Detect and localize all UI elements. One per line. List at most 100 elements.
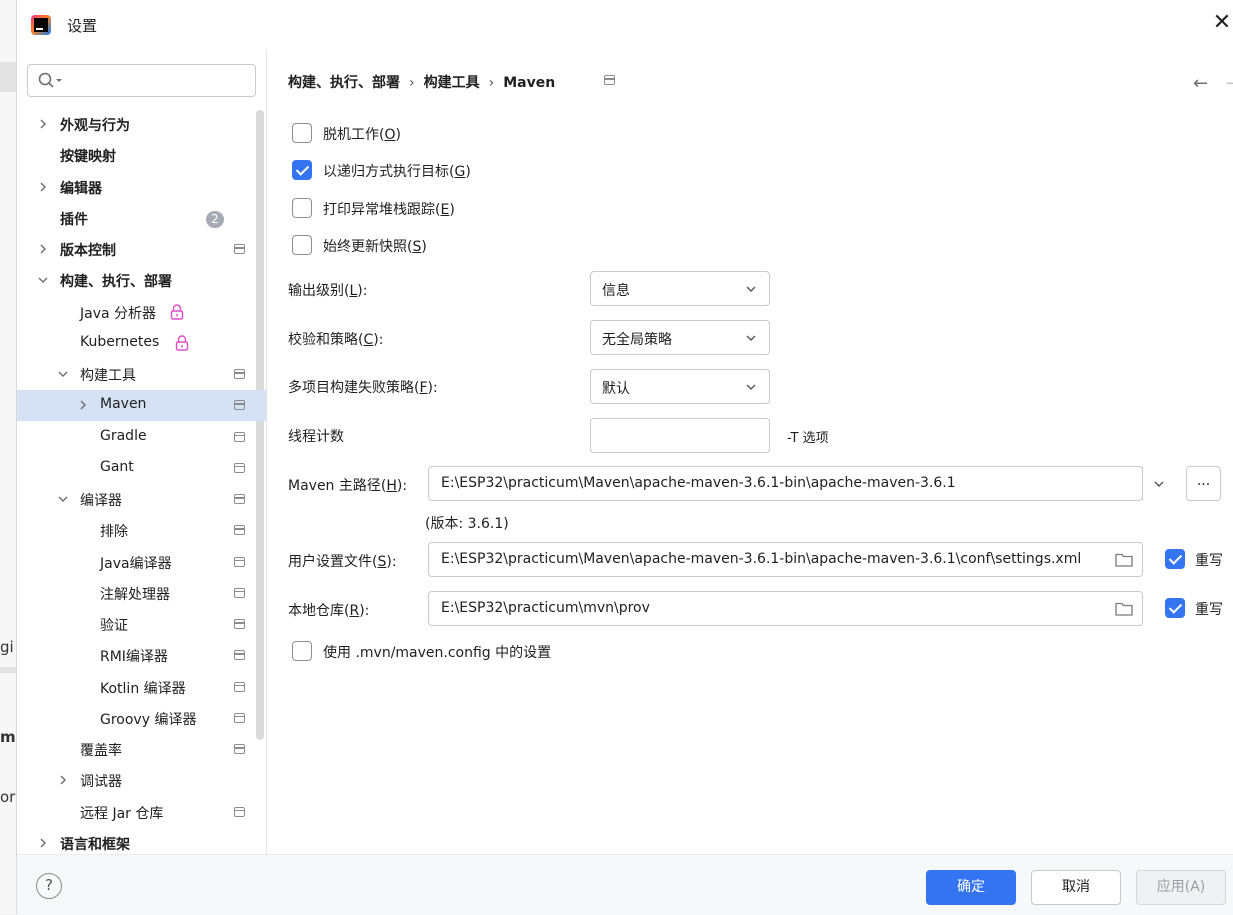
user-settings-field[interactable]: E:\ESP32\practicum\Maven\apache-maven-3.… — [428, 542, 1143, 577]
tree-item[interactable]: Java编译器 — [17, 547, 266, 578]
tree-item[interactable]: 调试器 — [17, 765, 266, 796]
tree-item-label: Kubernetes — [80, 333, 160, 350]
tree-item[interactable]: 外观与行为 — [17, 109, 266, 140]
help-button[interactable]: ? — [36, 873, 62, 899]
tree-item-label: 验证 — [100, 618, 128, 634]
tree-item[interactable]: 编译器 — [17, 484, 266, 515]
tree-item-label: 外观与行为 — [60, 118, 130, 134]
tree-item[interactable]: 按键映射 — [17, 140, 266, 171]
maven-home-label: Maven 主路径(H): — [288, 478, 408, 494]
local-repo-override-checkbox[interactable] — [1165, 598, 1185, 618]
tree-item[interactable]: 版本控制 — [17, 234, 266, 265]
maven-version: (版本: 3.6.1) — [425, 516, 509, 532]
forward-arrow-icon[interactable]: → — [1226, 73, 1233, 94]
stacktrace-checkbox[interactable] — [292, 198, 312, 218]
output-level-value: 信息 — [602, 283, 630, 299]
offline-checkbox[interactable] — [292, 123, 312, 143]
tree-item-label: 插件 — [60, 211, 88, 228]
chevron-down-icon — [746, 286, 756, 292]
override-label: 重写 — [1195, 553, 1223, 569]
tree-item-label: 远程 Jar 仓库 — [80, 805, 164, 822]
breadcrumb-separator: › — [409, 75, 415, 91]
tree-item-label: Gradle — [100, 427, 147, 444]
chevron-down-icon[interactable] — [57, 368, 69, 380]
tree-item[interactable]: Gant — [17, 453, 266, 484]
cancel-button[interactable]: 取消 — [1031, 870, 1121, 905]
tree-item[interactable]: 排除 — [17, 515, 266, 546]
tree-item[interactable]: Kotlin 编译器 — [17, 672, 266, 703]
background-text: m — [0, 728, 16, 746]
tree-item-label: Java编译器 — [100, 555, 172, 572]
back-arrow-icon[interactable]: ← — [1193, 73, 1208, 94]
background-text: or — [0, 788, 16, 806]
breadcrumb-item[interactable]: 构建、执行、部署 — [288, 75, 400, 91]
tree-item[interactable]: 覆盖率 — [17, 734, 266, 765]
tree-item[interactable]: Groovy 编译器 — [17, 703, 266, 734]
chevron-right-icon[interactable] — [37, 181, 49, 193]
checksum-select[interactable]: 无全局策略 — [590, 320, 770, 355]
tree-item[interactable]: 远程 Jar 仓库 — [17, 797, 266, 828]
page-icon — [234, 619, 245, 629]
chevron-down-icon[interactable] — [37, 274, 49, 286]
recursive-checkbox[interactable] — [292, 160, 312, 180]
tree-item[interactable]: 验证 — [17, 609, 266, 640]
chevron-right-icon[interactable] — [37, 118, 49, 130]
tree-item[interactable]: 注解处理器 — [17, 578, 266, 609]
browse-button[interactable]: ... — [1186, 466, 1221, 501]
snapshots-checkbox[interactable] — [292, 235, 312, 255]
lock-icon — [175, 335, 189, 351]
breadcrumb-item[interactable]: 构建工具 — [424, 75, 480, 91]
search-input[interactable] — [27, 64, 256, 97]
tree-item[interactable]: 构建工具 — [17, 359, 266, 390]
mvn-config-checkbox[interactable] — [292, 641, 312, 661]
tree-item[interactable]: Kubernetes — [17, 328, 266, 359]
apply-button[interactable]: 应用(A) — [1136, 870, 1226, 905]
tree-item[interactable]: RMI编译器 — [17, 640, 266, 671]
local-repo-field[interactable]: E:\ESP32\practicum\mvn\prov — [428, 591, 1143, 626]
folder-icon[interactable] — [1115, 601, 1133, 616]
chevron-down-icon[interactable] — [1153, 478, 1165, 490]
tree-item[interactable]: Java 分析器 — [17, 297, 266, 328]
local-repo-label: 本地仓库(R): — [288, 603, 370, 619]
app-logo-icon — [31, 15, 51, 35]
thread-count-label: 线程计数 — [288, 429, 344, 445]
settings-dialog: 设置 ✕ 外观与行为 按键映射 编辑器 插件 2 版本控制 构建、执行、部署 Java 分析器… — [16, 0, 1233, 915]
close-button[interactable]: ✕ — [1211, 12, 1233, 36]
page-icon — [234, 650, 245, 661]
page-icon — [234, 400, 245, 411]
page-pin-icon — [604, 75, 615, 85]
tree-item-label: 覆盖率 — [80, 743, 122, 759]
tree-item-label: 注解处理器 — [100, 586, 170, 603]
folder-icon[interactable] — [1115, 552, 1133, 567]
chevron-down-icon — [746, 384, 756, 390]
tree-item[interactable]: 插件 2 — [17, 203, 266, 234]
chevron-right-icon[interactable] — [37, 243, 49, 255]
ok-button[interactable]: 确定 — [926, 870, 1016, 905]
breadcrumb-separator: › — [488, 75, 495, 91]
tree-item[interactable]: 构建、执行、部署 — [17, 265, 266, 296]
multiproject-select[interactable]: 默认 — [590, 369, 770, 404]
checksum-value: 无全局策略 — [602, 332, 672, 348]
page-icon — [234, 712, 245, 723]
offline-label: 脱机工作(O) — [323, 127, 401, 143]
chevron-right-icon[interactable] — [37, 837, 49, 849]
tree-item[interactable]: Gradle — [17, 422, 266, 453]
tree-item[interactable]: Maven — [17, 390, 266, 422]
thread-count-input[interactable] — [590, 418, 770, 453]
output-level-select[interactable]: 信息 — [590, 271, 770, 306]
title-bar: 设置 ✕ — [17, 0, 1233, 50]
chevron-down-icon[interactable] — [57, 493, 69, 505]
tree-item-label: 语言和框架 — [60, 836, 130, 853]
chevron-right-icon[interactable] — [57, 774, 69, 786]
page-icon — [234, 369, 245, 379]
chevron-right-icon[interactable] — [77, 399, 89, 411]
maven-settings-panel: 构建、执行、部署 › 构建工具 › Maven ← → 脱机工作(O) 以递归方式执行目… — [268, 50, 1233, 854]
checksum-label: 校验和策略(C): — [288, 332, 384, 348]
tree-item[interactable]: 编辑器 — [17, 172, 266, 203]
tree-item-label: Java 分析器 — [80, 305, 157, 322]
user-settings-override-checkbox[interactable] — [1165, 549, 1185, 569]
tree-item-label: 版本控制 — [60, 243, 116, 259]
maven-home-combo[interactable]: E:\ESP32\practicum\Maven\apache-maven-3.… — [428, 466, 1164, 501]
tree-item-label: Maven — [100, 396, 147, 413]
mvn-config-label: 使用 .mvn/maven.config 中的设置 — [323, 645, 552, 661]
